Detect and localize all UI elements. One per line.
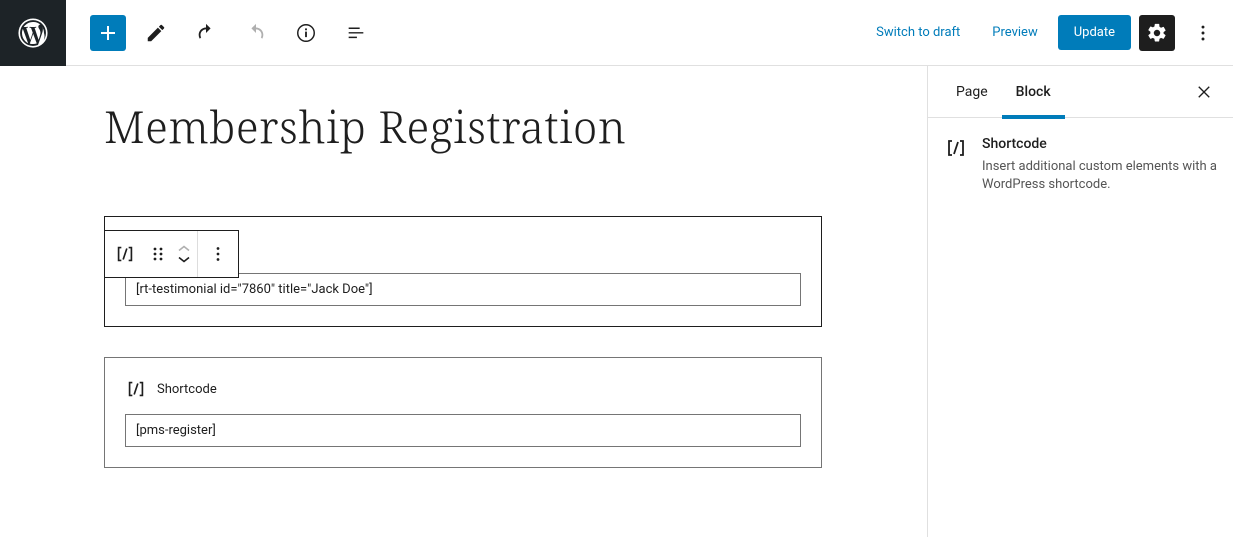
block-info-panel: Shortcode Insert additional custom eleme… — [928, 118, 1233, 212]
move-arrows[interactable] — [171, 231, 197, 277]
shortcode-icon — [114, 243, 136, 265]
more-vertical-icon — [1192, 22, 1214, 44]
main-row: Membership Registration — [0, 66, 1233, 537]
list-view-icon — [345, 22, 367, 44]
close-icon — [1195, 83, 1213, 101]
undo-icon — [195, 22, 217, 44]
info-icon — [295, 22, 317, 44]
settings-sidebar: Page Block Shortcode Insert additional c… — [927, 66, 1233, 537]
chevron-down-icon — [177, 254, 191, 265]
block-info-title: Shortcode — [982, 136, 1217, 152]
shortcode-icon — [944, 136, 968, 194]
tab-page[interactable]: Page — [942, 66, 1002, 118]
redo-icon — [245, 22, 267, 44]
wordpress-icon — [18, 18, 48, 48]
more-options-button[interactable] — [1183, 13, 1223, 53]
shortcode-label: Shortcode — [157, 382, 217, 397]
update-button[interactable]: Update — [1058, 15, 1131, 50]
editor-area: Membership Registration — [0, 66, 927, 537]
block-info-description: Insert additional custom elements with a… — [982, 158, 1217, 194]
tab-block[interactable]: Block — [1002, 66, 1065, 118]
drag-icon — [151, 244, 165, 264]
sidebar-tabs: Page Block — [928, 66, 1233, 118]
edit-mode-button[interactable] — [136, 13, 176, 53]
toolbar-right: Switch to draft Preview Update — [864, 13, 1233, 53]
block-more-button[interactable] — [198, 231, 238, 277]
gear-icon — [1146, 22, 1168, 44]
outline-button[interactable] — [336, 13, 376, 53]
add-block-button[interactable] — [90, 15, 126, 51]
switch-to-draft-button[interactable]: Switch to draft — [864, 17, 972, 48]
preview-button[interactable]: Preview — [980, 17, 1049, 48]
block-type-button[interactable] — [105, 231, 145, 277]
shortcode-input[interactable] — [125, 414, 801, 447]
plus-icon — [96, 21, 120, 45]
pencil-icon — [145, 22, 167, 44]
drag-handle[interactable] — [145, 231, 171, 277]
wordpress-logo[interactable] — [0, 0, 66, 66]
shortcode-icon — [125, 378, 147, 400]
redo-button[interactable] — [236, 13, 276, 53]
block-toolbar — [104, 230, 239, 278]
top-bar: Switch to draft Preview Update — [0, 0, 1233, 66]
close-sidebar-button[interactable] — [1189, 77, 1219, 107]
info-button[interactable] — [286, 13, 326, 53]
page-title[interactable]: Membership Registration — [104, 96, 927, 156]
toolbar-left — [66, 13, 376, 53]
settings-button[interactable] — [1139, 15, 1175, 51]
more-vertical-icon — [207, 243, 229, 265]
undo-button[interactable] — [186, 13, 226, 53]
shortcode-block[interactable]: Shortcode — [104, 357, 822, 468]
chevron-up-icon — [177, 243, 191, 254]
